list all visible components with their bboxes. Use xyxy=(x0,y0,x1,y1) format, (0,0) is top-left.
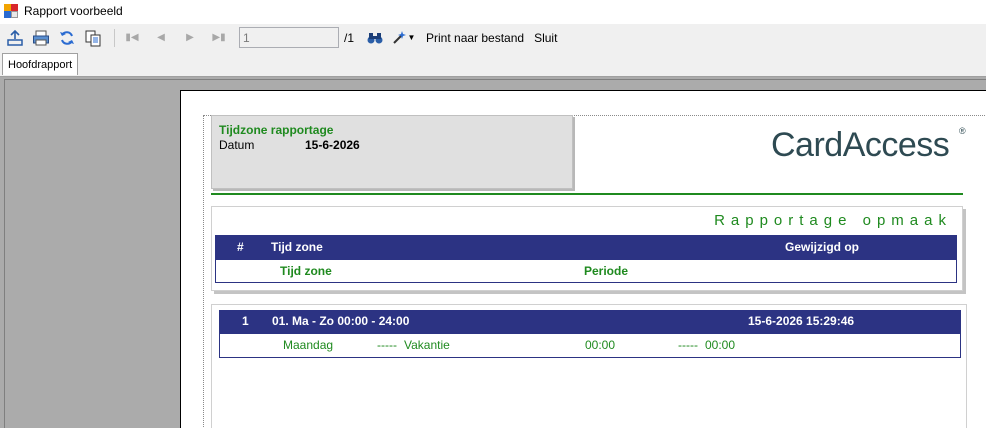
date-value: 15-6-2026 xyxy=(305,138,360,152)
detail-dash-2: ----- xyxy=(678,338,698,352)
refresh-button[interactable] xyxy=(56,27,78,49)
layout-subheader-row: Tijd zone Periode xyxy=(215,260,957,283)
last-page-button[interactable]: ▶▮ xyxy=(208,27,230,49)
layout-title: Rapportage opmaak xyxy=(714,212,952,229)
report-title: Tijdzone rapportage xyxy=(219,123,334,137)
layout-header-row: # Tijd zone Gewijzigd op xyxy=(215,235,957,260)
page-setup-icon xyxy=(6,29,24,47)
row-number: 1 xyxy=(242,314,249,328)
chevron-down-icon: ▼ xyxy=(407,33,416,42)
next-page-button[interactable]: ▶ xyxy=(179,27,201,49)
report-header: Tijdzone rapportage Datum 15-6-2026 xyxy=(211,115,573,189)
binoculars-icon xyxy=(366,29,384,47)
table-row: 1 01. Ma - Zo 00:00 - 24:00 15-6-2026 15… xyxy=(219,310,961,334)
detail-dash-1: ----- xyxy=(377,338,397,352)
col-timezone-header: Tijd zone xyxy=(271,240,323,254)
detail-start-time: 00:00 xyxy=(585,338,616,352)
tab-main-report[interactable]: Hoofdrapport xyxy=(2,53,79,75)
next-page-icon: ▶ xyxy=(186,32,194,43)
sub-period-header: Periode xyxy=(584,264,629,278)
magic-wand-icon xyxy=(391,30,407,46)
header-divider xyxy=(211,193,963,195)
data-section: 1 01. Ma - Zo 00:00 - 24:00 15-6-2026 15… xyxy=(211,304,967,428)
tab-strip: Hoofdrapport xyxy=(0,51,986,77)
print-to-file-button[interactable]: Print naar bestand xyxy=(426,31,524,45)
last-page-icon: ▶▮ xyxy=(212,32,226,43)
first-page-icon: ▮◀ xyxy=(125,32,139,43)
row-modified: 15-6-2026 15:29:46 xyxy=(748,314,855,328)
app-icon xyxy=(4,4,18,18)
toolbar: ▮◀ ◀ ▶ ▶▮ /1 ▼ Print naar bestand Sluit xyxy=(0,24,986,51)
copy-pages-icon xyxy=(84,29,102,47)
find-button[interactable] xyxy=(364,27,386,49)
refresh-icon xyxy=(58,29,76,47)
previous-page-icon: ◀ xyxy=(157,32,165,43)
print-button[interactable] xyxy=(30,27,52,49)
copy-button[interactable] xyxy=(82,27,104,49)
export-dropdown-button[interactable]: ▼ xyxy=(390,27,416,49)
date-label: Datum xyxy=(219,138,255,152)
printer-icon xyxy=(32,29,50,47)
col-modified-header: Gewijzigd op xyxy=(785,240,859,254)
page-setup-button[interactable] xyxy=(4,27,26,49)
sub-timezone-header: Tijd zone xyxy=(280,264,332,278)
report-page: Tijdzone rapportage Datum 15-6-2026 Card… xyxy=(180,90,986,428)
detail-end-time: 00:00 xyxy=(705,338,736,352)
row-timezone: 01. Ma - Zo 00:00 - 24:00 xyxy=(272,314,410,328)
registered-mark-icon: ® xyxy=(959,126,966,136)
viewer-canvas: Tijdzone rapportage Datum 15-6-2026 Card… xyxy=(4,79,986,428)
page-number-input[interactable] xyxy=(239,27,339,48)
previous-page-button[interactable]: ◀ xyxy=(150,27,172,49)
toolbar-separator xyxy=(114,28,115,47)
layout-section: Rapportage opmaak # Tijd zone Gewijzigd … xyxy=(211,206,963,291)
col-number-header: # xyxy=(237,240,244,254)
close-button[interactable]: Sluit xyxy=(534,31,557,45)
detail-holiday: Vakantie xyxy=(404,338,450,352)
title-bar: Rapport voorbeeld xyxy=(0,0,986,22)
detail-day: Maandag xyxy=(283,338,334,352)
window-title: Rapport voorbeeld xyxy=(24,4,123,18)
first-page-button[interactable]: ▮◀ xyxy=(121,27,143,49)
cardaccess-logo: CardAccess ® xyxy=(771,126,966,176)
report-viewer[interactable]: Tijdzone rapportage Datum 15-6-2026 Card… xyxy=(0,77,986,428)
page-total: /1 xyxy=(344,30,355,45)
logo-text: CardAccess xyxy=(771,126,950,164)
table-row-detail: Maandag ----- Vakantie 00:00 ----- 00:00 xyxy=(219,334,961,358)
